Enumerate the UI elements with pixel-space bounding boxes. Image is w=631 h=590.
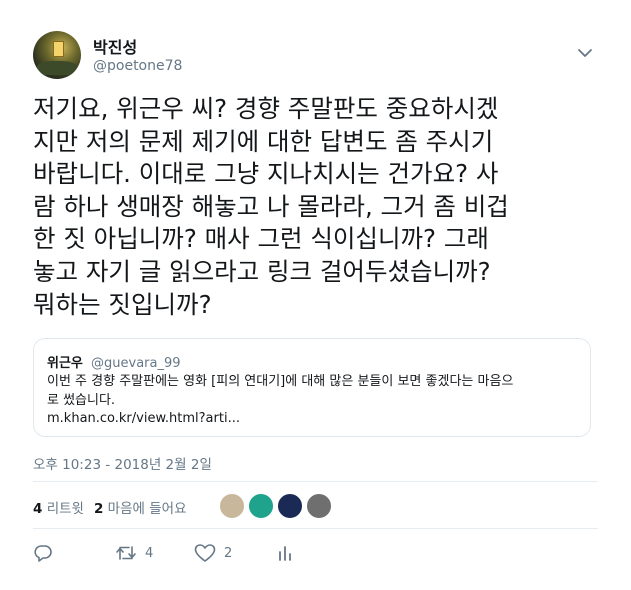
- liker-avatar[interactable]: [219, 493, 245, 519]
- like-button[interactable]: 2: [194, 542, 232, 564]
- retweet-stat-count: 4: [33, 501, 43, 517]
- like-stat-count: 2: [93, 501, 104, 517]
- heart-icon: [194, 543, 216, 563]
- retweet-stat[interactable]: 4 리트윗: [33, 501, 84, 517]
- liker-avatar[interactable]: [277, 493, 303, 519]
- retweet-count: 4: [145, 545, 154, 561]
- author-handle[interactable]: @poetone78: [93, 58, 182, 74]
- like-count: 2: [224, 545, 233, 561]
- retweet-button[interactable]: 4: [115, 542, 153, 564]
- retweet-stat-label: 리트윗: [46, 501, 84, 517]
- author-name[interactable]: 박진성: [93, 34, 137, 58]
- analytics-button[interactable]: [277, 542, 293, 564]
- reply-button[interactable]: [33, 542, 53, 564]
- liker-avatar[interactable]: [306, 493, 332, 519]
- quoted-author-handle: @guevara_99: [91, 356, 181, 371]
- divider: [33, 481, 598, 482]
- tweet-timestamp[interactable]: 오후 10:23 - 2018년 2월 2일: [33, 453, 212, 473]
- divider: [33, 528, 598, 529]
- analytics-icon: [277, 543, 293, 563]
- quoted-author-name: 위근우: [47, 356, 83, 371]
- retweet-icon: [115, 543, 137, 563]
- quoted-header: 위근우 @guevara_99: [47, 352, 181, 371]
- reply-icon: [33, 543, 53, 563]
- like-stat[interactable]: 2 마음에 들어요: [94, 501, 187, 517]
- avatar-figure: [53, 41, 64, 57]
- avatar[interactable]: [33, 31, 81, 79]
- tweet-card: 박진성 @poetone78 저기요, 위근우 씨? 경향 주말판도 중요하시겠…: [0, 0, 631, 590]
- avatar-shadow: [37, 61, 77, 75]
- like-stat-label: 마음에 들어요: [107, 501, 187, 517]
- quoted-text: 이번 주 경향 주말판에는 영화 [피의 연대기]에 대해 많은 분들이 보면 …: [47, 374, 514, 426]
- engagement-stats: 4 리트윗 2 마음에 들어요: [33, 497, 186, 517]
- liker-avatar[interactable]: [248, 493, 274, 519]
- tweet-text: 저기요, 위근우 씨? 경향 주말판도 중요하시겠 지만 저의 문제 제기에 대…: [33, 94, 509, 319]
- quoted-tweet[interactable]: 위근우 @guevara_99 이번 주 경향 주말판에는 영화 [피의 연대기…: [33, 338, 591, 437]
- chevron-down-icon[interactable]: [575, 45, 595, 61]
